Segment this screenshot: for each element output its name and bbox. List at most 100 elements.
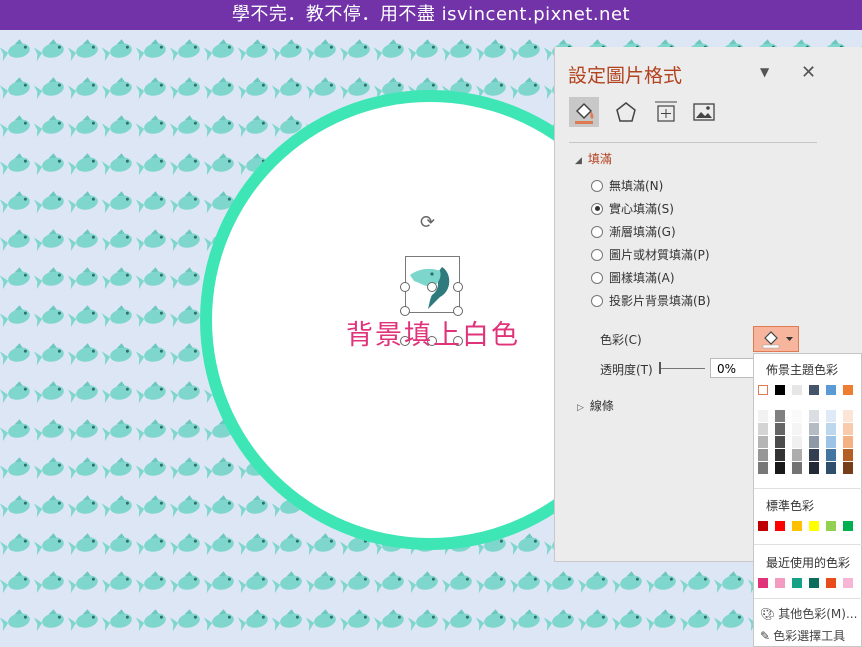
tab-picture[interactable] [689,97,719,127]
eyedropper-item[interactable]: ✎ 色彩選擇工具 [760,627,845,644]
radio-button[interactable] [591,271,603,284]
radio-button[interactable] [591,294,603,307]
theme-shade-swatch[interactable] [809,436,819,448]
theme-shade-swatch[interactable] [826,423,836,435]
theme-color-swatch[interactable] [826,385,836,395]
fill-option-label: 圖樣填滿(A) [609,271,675,285]
fill-option-radio[interactable]: 漸層填滿(G) [591,224,676,240]
fill-option-label: 實心填滿(S) [609,202,674,216]
fill-option-label: 無填滿(N) [609,179,664,193]
theme-shade-swatch[interactable] [843,449,853,461]
radio-button[interactable] [591,179,603,192]
radio-button[interactable] [591,202,603,215]
fill-option-radio[interactable]: 投影片背景填滿(B) [591,293,711,309]
standard-color-swatch[interactable] [843,521,853,531]
resize-handle[interactable] [400,282,410,292]
eyedropper-label: 色彩選擇工具 [773,629,846,643]
fill-option-radio[interactable]: 無填滿(N) [591,178,663,194]
line-section-label: 線條 [589,399,614,413]
theme-color-swatch[interactable] [758,385,768,395]
theme-shade-swatch[interactable] [758,462,768,474]
standard-color-swatch[interactable] [792,521,802,531]
resize-handle[interactable] [427,282,437,292]
theme-shade-swatch[interactable] [758,436,768,448]
rotate-handle-icon[interactable]: ⟳ [420,212,435,233]
theme-color-swatch[interactable] [843,385,853,395]
standard-color-swatch[interactable] [809,521,819,531]
collapse-triangle-icon: ◢ [575,156,582,166]
pentagon-icon [616,102,636,122]
fill-option-label: 漸層填滿(G) [609,225,676,239]
theme-color-swatch[interactable] [775,385,785,395]
theme-shade-swatch[interactable] [775,423,785,435]
theme-shade-swatch[interactable] [826,410,836,422]
more-colors-label: 其他色彩(M)... [778,607,858,621]
theme-shade-swatch[interactable] [775,449,785,461]
theme-shade-swatch[interactable] [775,462,785,474]
transparency-slider-thumb[interactable] [659,362,661,374]
standard-color-swatch[interactable] [775,521,785,531]
fill-option-radio[interactable]: 圖樣填滿(A) [591,270,675,286]
line-section-header[interactable]: ▷ 線條 [577,397,614,414]
recent-color-swatch[interactable] [809,578,819,588]
theme-shade-swatch[interactable] [826,436,836,448]
theme-shade-swatch[interactable] [792,410,802,422]
fill-option-label: 圖片或材質填滿(P) [609,248,710,262]
theme-shade-swatch[interactable] [792,462,802,474]
slide-caption: 背景填上白色 [346,320,520,351]
paint-bucket-icon [575,102,594,124]
tab-fill-line[interactable] [569,97,599,127]
transparency-slider-track[interactable] [661,368,705,369]
theme-shade-swatch[interactable] [826,462,836,474]
theme-colors-heading: 佈景主題色彩 [766,363,839,377]
theme-shade-swatch[interactable] [809,410,819,422]
theme-shade-swatch[interactable] [758,423,768,435]
fill-option-label: 投影片背景填滿(B) [609,294,711,308]
recent-color-swatch[interactable] [758,578,768,588]
theme-shade-swatch[interactable] [826,449,836,461]
panel-close-icon[interactable]: ✕ [801,62,816,83]
theme-shade-swatch[interactable] [792,436,802,448]
radio-button[interactable] [591,248,603,261]
theme-shade-swatch[interactable] [758,449,768,461]
theme-shade-swatch[interactable] [809,423,819,435]
recent-color-swatch[interactable] [775,578,785,588]
recent-color-swatch[interactable] [792,578,802,588]
panel-options-chevron-icon[interactable]: ▼ [760,65,769,79]
dropdown-divider [754,544,862,545]
expand-triangle-icon: ▷ [577,403,584,413]
theme-shade-swatch[interactable] [843,436,853,448]
tab-size-properties[interactable] [651,97,681,127]
standard-color-swatch[interactable] [826,521,836,531]
standard-color-swatch[interactable] [758,521,768,531]
theme-shade-swatch[interactable] [843,423,853,435]
color-picker-dropdown: 佈景主題色彩 標準色彩 最近使用的色彩 🎨︎ 其他色彩(M)... ✎ 色彩選擇工具 [753,353,862,647]
dropdown-divider [754,598,862,599]
theme-shade-swatch[interactable] [792,423,802,435]
theme-shade-swatch[interactable] [843,410,853,422]
palette-icon: 🎨︎ [760,607,776,621]
more-colors-item[interactable]: 🎨︎ 其他色彩(M)... [760,605,857,622]
radio-button[interactable] [591,225,603,238]
fill-color-dropdown-button[interactable] [753,326,799,352]
fill-section-header[interactable]: ◢ 填滿 [575,150,612,167]
transparency-label: 透明度(T) [600,363,653,377]
theme-shade-swatch[interactable] [775,410,785,422]
paint-bucket-icon [762,331,793,349]
theme-shade-swatch[interactable] [809,449,819,461]
theme-shade-swatch[interactable] [792,449,802,461]
recent-colors-heading: 最近使用的色彩 [766,556,851,570]
theme-shade-swatch[interactable] [809,462,819,474]
fill-option-radio[interactable]: 圖片或材質填滿(P) [591,247,710,263]
recent-color-swatch[interactable] [826,578,836,588]
tab-effects[interactable] [611,97,641,127]
theme-shade-swatch[interactable] [843,462,853,474]
fill-option-radio[interactable]: 實心填滿(S) [591,201,674,217]
theme-shade-swatch[interactable] [775,436,785,448]
theme-color-swatch[interactable] [792,385,802,395]
theme-color-swatch[interactable] [809,385,819,395]
resize-handle[interactable] [453,282,463,292]
site-banner: 學不完．教不停．用不盡 isvincent.pixnet.net [0,0,862,30]
theme-shade-swatch[interactable] [758,410,768,422]
recent-color-swatch[interactable] [843,578,853,588]
